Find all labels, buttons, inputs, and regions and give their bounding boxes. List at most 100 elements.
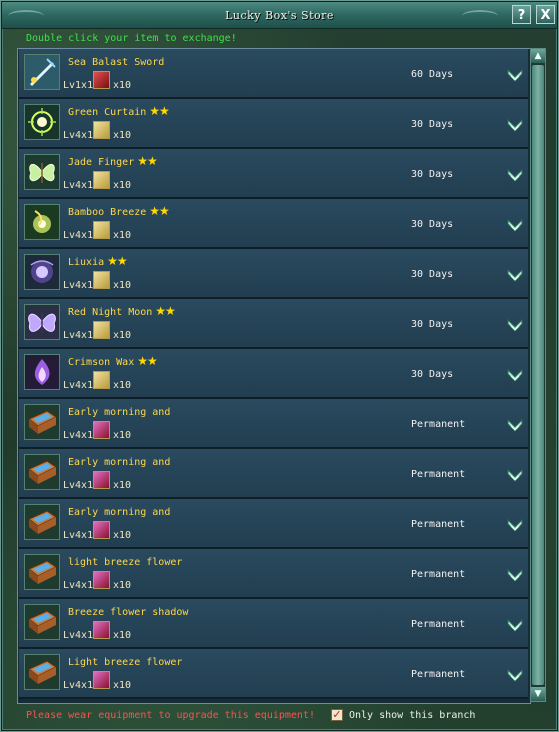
material-quantity: x10	[113, 380, 132, 391]
item-row[interactable]: Breeze flower shadow Lv4x1 x10 Permanent	[19, 599, 528, 649]
item-name: Breeze flower shadow	[68, 604, 191, 618]
expand-chevron-icon[interactable]	[506, 417, 524, 435]
item-duration: 30 Days	[411, 269, 454, 280]
item-name-text: Jade Finger	[68, 157, 135, 168]
item-duration: 60 Days	[411, 69, 454, 80]
item-row[interactable]: Red Night Moon ★★ Lv4x1 x10 30 Days	[19, 299, 528, 349]
scroll-up-button[interactable]: ▲	[531, 49, 545, 63]
only-show-branch-label[interactable]: Only show this branch	[349, 710, 475, 721]
material-icon	[93, 571, 110, 589]
item-level: Lv4x1	[63, 630, 94, 641]
item-name-text: Early morning and	[68, 407, 171, 418]
only-show-branch-checkbox[interactable]: ✓	[331, 709, 343, 721]
box-icon	[24, 404, 60, 440]
expand-chevron-icon[interactable]	[506, 317, 524, 335]
material-icon	[93, 371, 110, 389]
box-icon	[24, 554, 60, 590]
item-name: Early morning and	[68, 404, 173, 418]
item-row[interactable]: Liuxia ★★ Lv4x1 x10 30 Days	[19, 249, 528, 299]
item-duration: 30 Days	[411, 119, 454, 130]
item-row[interactable]: Early morning and Lv4x1 x10 Permanent	[19, 449, 528, 499]
item-row[interactable]: Crimson Wax ★★ Lv4x1 x10 30 Days	[19, 349, 528, 399]
item-level: Lv1x1	[63, 80, 94, 91]
expand-chevron-icon[interactable]	[506, 117, 524, 135]
material-icon	[93, 671, 110, 689]
item-row[interactable]: light breeze flower Lv4x1 x10 Permanent	[19, 549, 528, 599]
item-row[interactable]: Bamboo Breeze ★★ Lv4x1 x10 30 Days	[19, 199, 528, 249]
item-name: Early morning and	[68, 504, 173, 518]
material-quantity: x10	[113, 630, 132, 641]
item-row[interactable]: Jade Finger ★★ Lv4x1 x10 30 Days	[19, 149, 528, 199]
item-level: Lv4x1	[63, 430, 94, 441]
expand-chevron-icon[interactable]	[506, 167, 524, 185]
material-icon	[93, 121, 110, 139]
scroll-down-button[interactable]: ▼	[531, 687, 545, 701]
star-rating: ★★	[137, 354, 157, 368]
spark-icon	[24, 204, 60, 240]
item-level: Lv4x1	[63, 330, 94, 341]
item-row[interactable]: Light breeze flower Lv4x1 x10 Permanent	[19, 649, 528, 699]
item-duration: Permanent	[411, 619, 466, 630]
expand-chevron-icon[interactable]	[506, 367, 524, 385]
item-level: Lv4x1	[63, 280, 94, 291]
material-quantity: x10	[113, 580, 132, 591]
item-name-text: Liuxia	[68, 257, 105, 268]
material-quantity: x10	[113, 130, 132, 141]
item-name-text: Sea Balast Sword	[68, 57, 165, 68]
item-name: Green Curtain ★★	[68, 104, 170, 118]
item-duration: 30 Days	[411, 219, 454, 230]
item-name-text: Early morning and	[68, 507, 171, 518]
close-button[interactable]: X	[536, 5, 555, 24]
item-level: Lv4x1	[63, 530, 94, 541]
item-name-text: Early morning and	[68, 457, 171, 468]
item-row[interactable]: Green Curtain ★★ Lv4x1 x10 30 Days	[19, 99, 528, 149]
item-name-text: Crimson Wax	[68, 357, 135, 368]
box-icon	[24, 604, 60, 640]
item-duration: Permanent	[411, 469, 466, 480]
expand-chevron-icon[interactable]	[506, 567, 524, 585]
material-quantity: x10	[113, 330, 132, 341]
material-icon	[93, 521, 110, 539]
scroll-thumb[interactable]	[532, 65, 544, 685]
item-row[interactable]: Sea Balast Sword Lv1x1 x10 60 Days	[19, 49, 528, 99]
material-quantity: x10	[113, 530, 132, 541]
box-icon	[24, 504, 60, 540]
exchange-hint: Double click your item to exchange!	[26, 33, 237, 44]
item-name-text: Red Night Moon	[68, 307, 153, 318]
material-quantity: x10	[113, 680, 132, 691]
material-quantity: x10	[113, 80, 132, 91]
star-rating: ★★	[149, 104, 169, 118]
expand-chevron-icon[interactable]	[506, 517, 524, 535]
item-duration: 30 Days	[411, 369, 454, 380]
expand-chevron-icon[interactable]	[506, 467, 524, 485]
item-name: Light breeze flower	[68, 654, 185, 668]
item-row[interactable]: Early morning and Lv4x1 x10 Permanent	[19, 399, 528, 449]
star-rating: ★★	[137, 154, 157, 168]
item-duration: Permanent	[411, 669, 466, 680]
green-orb-icon	[24, 104, 60, 140]
expand-chevron-icon[interactable]	[506, 267, 524, 285]
item-level: Lv4x1	[63, 480, 94, 491]
flame-icon	[24, 354, 60, 390]
item-name: Early morning and	[68, 454, 173, 468]
item-name-text: Green Curtain	[68, 107, 147, 118]
expand-chevron-icon[interactable]	[506, 667, 524, 685]
help-button[interactable]: ?	[512, 5, 531, 24]
upgrade-warning: Please wear equipment to upgrade this eq…	[26, 710, 315, 721]
title-bar[interactable]: Lucky Box's Store ? X	[2, 2, 557, 29]
expand-chevron-icon[interactable]	[506, 217, 524, 235]
material-icon	[93, 71, 110, 89]
item-name-text: Breeze flower shadow	[68, 607, 189, 618]
star-rating: ★★	[149, 204, 169, 218]
material-quantity: x10	[113, 230, 132, 241]
item-name: Sea Balast Sword	[68, 54, 167, 68]
expand-chevron-icon[interactable]	[506, 617, 524, 635]
expand-chevron-icon[interactable]	[506, 67, 524, 85]
item-level: Lv4x1	[63, 230, 94, 241]
star-rating: ★★	[107, 254, 127, 268]
item-row[interactable]: Early morning and Lv4x1 x10 Permanent	[19, 499, 528, 549]
item-list[interactable]: Sea Balast Sword Lv1x1 x10 60 Days Green Cur…	[17, 48, 531, 704]
material-icon	[93, 621, 110, 639]
scrollbar[interactable]: ▲ ▼	[530, 48, 546, 702]
window-title: Lucky Box's Store	[225, 9, 334, 22]
